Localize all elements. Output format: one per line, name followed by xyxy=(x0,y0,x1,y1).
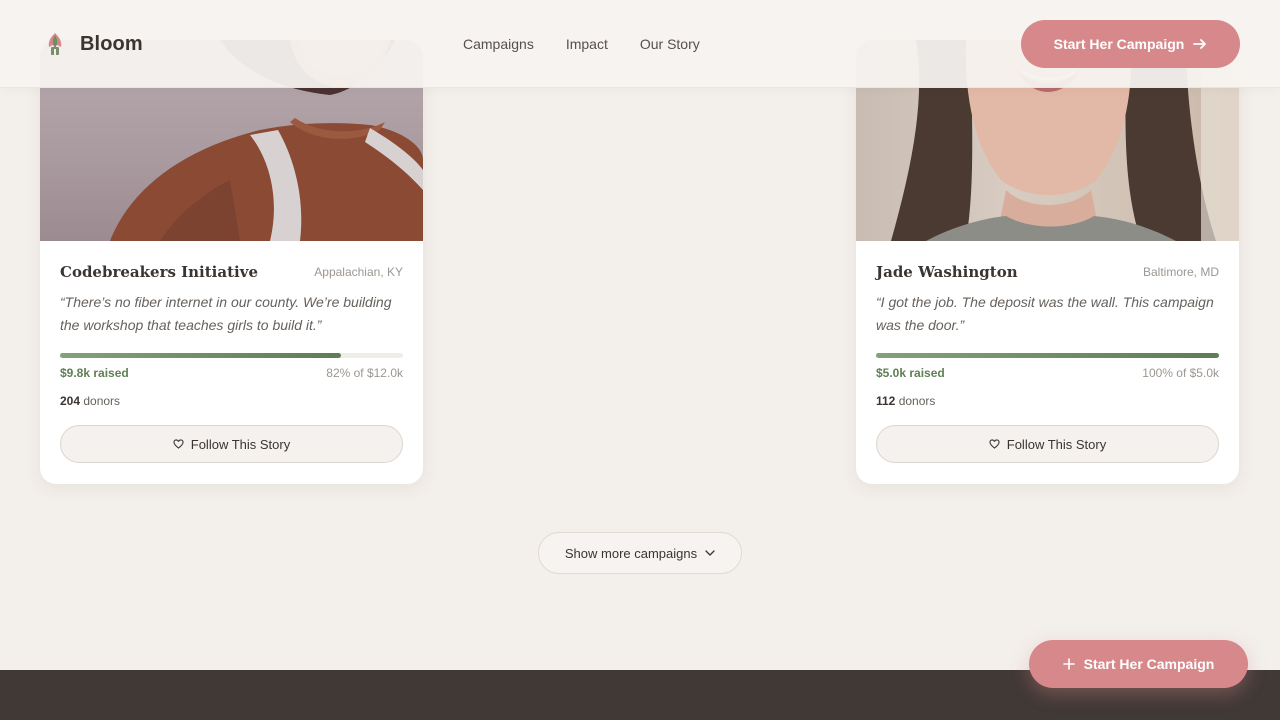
arrow-right-icon xyxy=(1193,39,1207,49)
brand-name: Bloom xyxy=(80,32,143,55)
amount-raised: $9.8k raised xyxy=(60,366,129,380)
heart-icon xyxy=(989,439,1000,449)
campaign-title: Codebreakers Initiative xyxy=(60,263,258,281)
plus-icon xyxy=(1062,658,1075,670)
progress-bar xyxy=(876,353,1219,358)
donor-count-label: donors xyxy=(80,394,121,408)
nav-impact[interactable]: Impact xyxy=(566,34,608,54)
donor-count: 204 donors xyxy=(60,394,120,408)
campaign-card: Jade Washington Baltimore, MD “I got the… xyxy=(856,40,1239,484)
start-campaign-button[interactable]: Start Her Campaign xyxy=(1021,20,1240,68)
floating-start-campaign-button[interactable]: Start Her Campaign xyxy=(1029,640,1248,688)
donor-count: 112 donors xyxy=(876,394,935,408)
nav-campaigns[interactable]: Campaigns xyxy=(463,34,534,54)
progress-bar xyxy=(60,353,403,358)
heart-icon xyxy=(173,439,184,449)
progress-percent: 82% of $12.0k xyxy=(326,366,403,380)
campaign-title: Jade Washington xyxy=(876,263,1018,281)
main-nav: Campaigns Impact Our Story xyxy=(463,34,700,54)
chevron-down-icon xyxy=(705,550,715,556)
nav-our-story[interactable]: Our Story xyxy=(640,34,700,54)
campaign-quote: “There’s no fiber internet in our county… xyxy=(60,294,392,333)
donor-count-number: 112 xyxy=(876,394,896,408)
amount-raised: $5.0k raised xyxy=(876,366,945,380)
follow-story-label: Follow This Story xyxy=(190,436,291,452)
bloom-logo-icon xyxy=(48,33,62,55)
show-more-campaigns-button[interactable]: Show more campaigns xyxy=(538,532,742,574)
campaign-location: Appalachian, KY xyxy=(314,265,403,279)
floating-start-campaign-label: Start Her Campaign xyxy=(1083,656,1215,672)
campaign-location: Baltimore, MD xyxy=(1142,265,1219,279)
show-more-label: Show more campaigns xyxy=(564,545,698,561)
follow-story-button[interactable]: Follow This Story xyxy=(876,425,1219,463)
progress-percent: 100% of $5.0k xyxy=(1142,366,1219,380)
donor-count-number: 204 xyxy=(60,394,81,408)
progress-fill xyxy=(60,353,342,358)
campaign-card: Codebreakers Initiative Appalachian, KY … xyxy=(40,40,423,484)
follow-story-button[interactable]: Follow This Story xyxy=(60,425,403,463)
donor-count-label: donors xyxy=(895,394,936,408)
progress-fill xyxy=(876,353,1219,358)
follow-story-label: Follow This Story xyxy=(1006,436,1107,452)
start-campaign-label: Start Her Campaign xyxy=(1053,36,1185,52)
brand-home-link[interactable]: Bloom xyxy=(44,30,143,58)
campaign-quote: “I got the job. The deposit was the wall… xyxy=(876,294,1214,333)
site-header: Bloom Campaigns Impact Our Story Start H… xyxy=(0,0,1280,88)
